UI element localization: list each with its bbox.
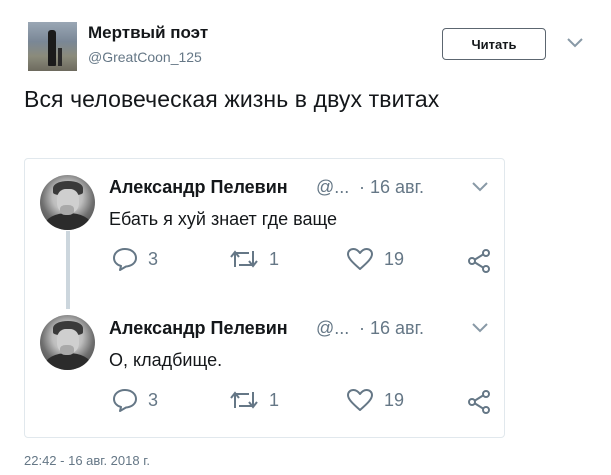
reply-button[interactable]: 3 [112,247,158,271]
chevron-down-icon[interactable] [566,36,584,50]
follow-button[interactable]: Читать [442,28,546,60]
quoted-text: Ебать я хуй знает где ваще [109,209,338,229]
reply-count: 3 [148,389,159,410]
quoted-text: О, кладбище. [109,350,223,370]
retweet-count: 1 [269,389,280,410]
quoted-thread[interactable]: Александр Пелевин @... · 16 авг. Ебать я… [24,158,505,438]
quoted-date[interactable]: · 16 авг. [359,318,424,339]
like-button[interactable]: 19 [346,247,404,271]
quoted-author-handle[interactable]: @... [316,177,349,198]
quoted-author-handle[interactable]: @... [316,318,349,339]
reply-icon [113,248,137,271]
reply-button[interactable]: 3 [112,388,158,412]
user-avatar[interactable] [28,22,77,71]
like-button[interactable]: 19 [346,388,404,412]
heart-icon [347,389,373,411]
share-icon[interactable] [467,249,491,273]
like-count: 19 [384,389,405,410]
tweet-timestamp[interactable]: 22:42 - 16 авг. 2018 г. [24,453,150,468]
reply-count: 3 [148,248,159,269]
avatar[interactable] [40,175,95,230]
quoted-author-name[interactable]: Александр Пелевин [109,177,288,198]
retweet-button[interactable]: 1 [229,388,279,412]
retweet-icon [230,250,258,268]
retweet-button[interactable]: 1 [229,247,279,271]
quoted-author-name[interactable]: Александр Пелевин [109,318,288,339]
quoted-tweet[interactable]: Александр Пелевин @... · 16 авг. О, клад… [25,299,504,439]
tweet-header: Мертвый поэт @GreatCoon_125 Читать [28,20,588,74]
chevron-down-icon[interactable] [471,322,489,334]
user-handle[interactable]: @GreatCoon_125 [88,49,202,65]
share-icon[interactable] [467,390,491,414]
retweet-icon [230,391,258,409]
chevron-down-icon[interactable] [471,181,489,193]
quoted-tweet[interactable]: Александр Пелевин @... · 16 авг. Ебать я… [25,159,504,299]
user-name[interactable]: Мертвый поэт [88,23,208,43]
quoted-date[interactable]: · 16 авг. [359,177,424,198]
heart-icon [347,248,373,270]
reply-icon [113,389,137,412]
like-count: 19 [384,248,405,269]
avatar[interactable] [40,315,95,370]
tweet-text: Вся человеческая жизнь в двух твитах [24,86,440,112]
retweet-count: 1 [269,248,280,269]
